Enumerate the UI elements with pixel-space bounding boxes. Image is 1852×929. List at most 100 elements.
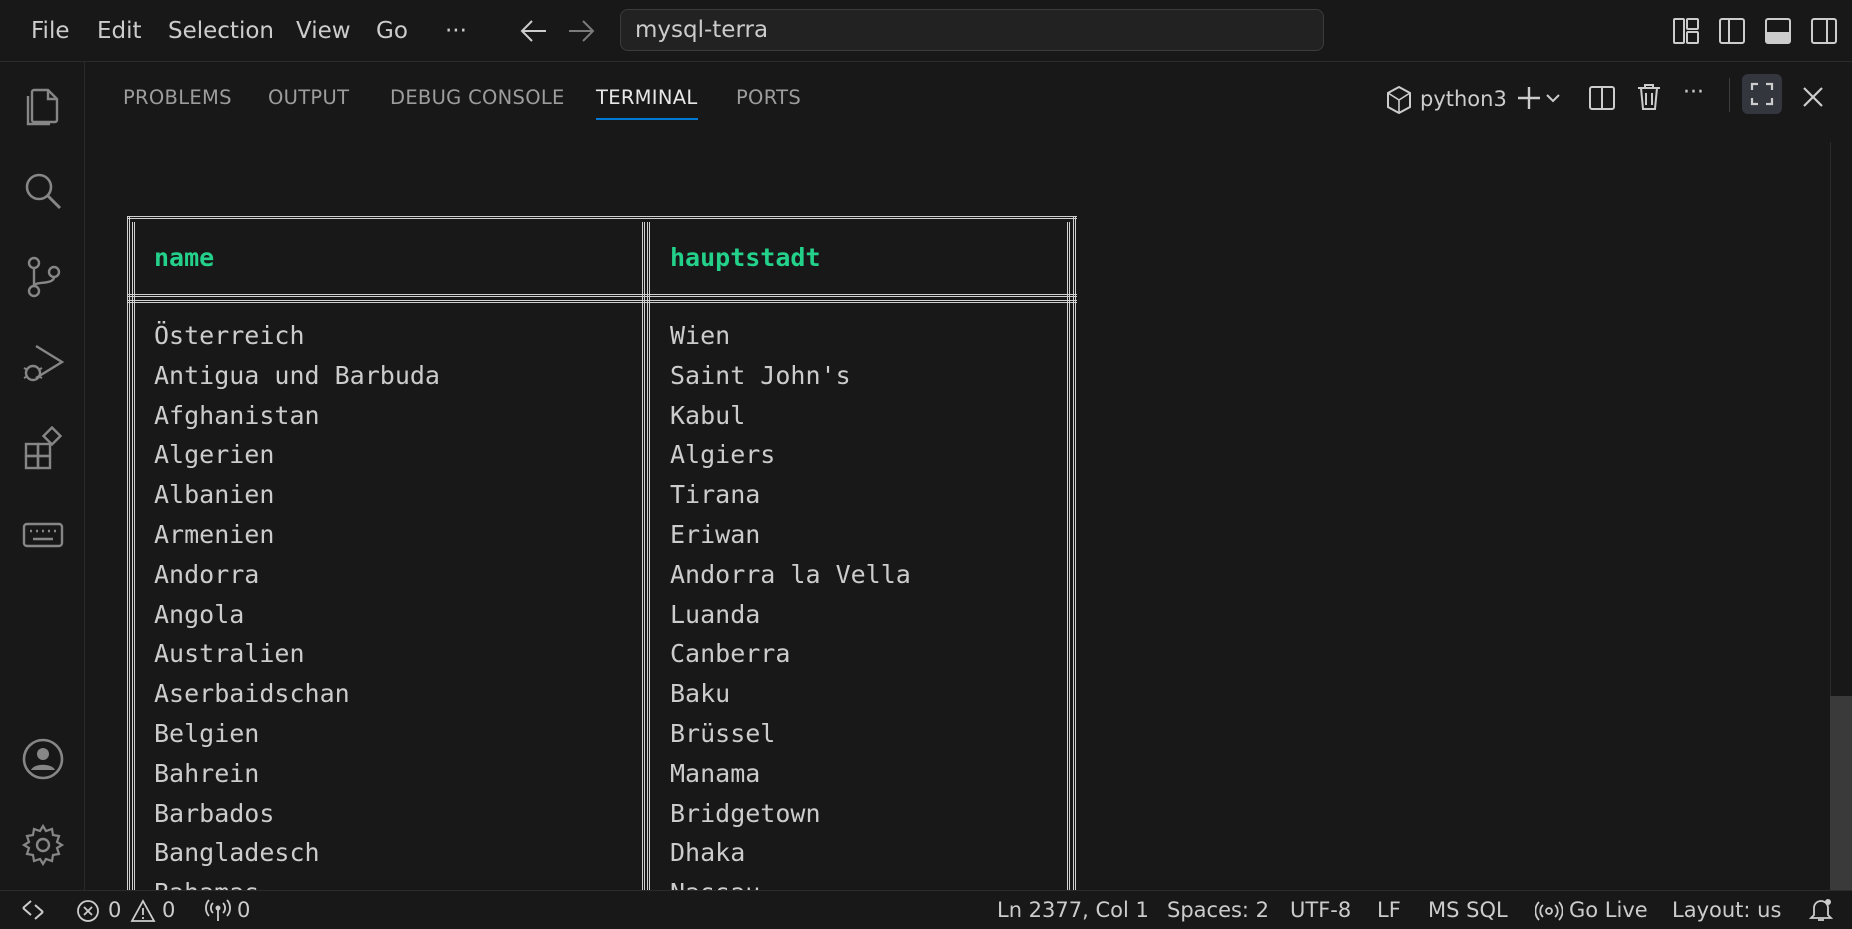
cell-name: Armenien xyxy=(154,520,275,549)
errors-icon[interactable] xyxy=(76,899,100,923)
back-arrow-icon[interactable] xyxy=(520,18,548,44)
cell-hauptstadt: Algiers xyxy=(670,440,776,470)
cell-name: Österreich xyxy=(154,321,305,350)
cell-name: Bangladesch xyxy=(154,838,320,868)
terminal-dropdown-chevron-down-icon[interactable] xyxy=(1545,91,1561,105)
cell-name: Algerien xyxy=(154,440,275,470)
cell-name: Antigua und Barbuda xyxy=(154,360,440,390)
explorer-icon[interactable] xyxy=(20,82,66,128)
tab-ports[interactable]: PORTS xyxy=(736,82,801,118)
cell-hauptstadt: Baku xyxy=(670,679,731,709)
menu-edit[interactable]: Edit xyxy=(95,14,144,48)
cell-hauptstadt: Bridgetown xyxy=(670,798,821,828)
cell-name: Angola xyxy=(154,599,245,629)
tab-output[interactable]: OUTPUT xyxy=(268,82,349,118)
table-column-divider-right xyxy=(647,222,650,890)
cell-hauptstadt: Canberra xyxy=(670,639,791,669)
toggle-panel-icon[interactable] xyxy=(1764,17,1792,45)
menu-selection[interactable]: Selection xyxy=(166,14,276,48)
menu-go[interactable]: Go xyxy=(374,14,410,48)
tab-terminal[interactable]: TERMINAL xyxy=(596,82,698,120)
activity-bar xyxy=(0,62,85,890)
close-panel-icon[interactable] xyxy=(1800,84,1826,110)
cell-hauptstadt: Eriwan xyxy=(670,520,761,549)
cell-hauptstadt: Wien xyxy=(670,321,731,350)
search-icon[interactable] xyxy=(20,168,66,214)
bottom-panel: PROBLEMS OUTPUT DEBUG CONSOLE TERMINAL P… xyxy=(85,62,1852,890)
menu-view[interactable]: View xyxy=(294,14,353,48)
menu-more[interactable]: ··· xyxy=(443,14,469,48)
run-debug-icon[interactable] xyxy=(20,340,66,386)
go-live-label[interactable]: Go Live xyxy=(1569,891,1648,929)
cell-hauptstadt: Kabul xyxy=(670,400,746,430)
cell-hauptstadt: Dhaka xyxy=(670,838,746,868)
kill-terminal-trash-icon[interactable] xyxy=(1635,82,1663,112)
table-border-left-inner xyxy=(132,222,135,890)
cell-hauptstadt: Brüssel xyxy=(670,719,776,748)
panel-actions-divider xyxy=(1729,78,1730,112)
panel-more-actions-icon[interactable]: ··· xyxy=(1683,76,1704,110)
cell-hauptstadt: Manama xyxy=(670,758,761,788)
terminal-output[interactable]: name hauptstadt Österreich Wien Antigua un… xyxy=(85,150,1825,890)
tab-problems[interactable]: PROBLEMS xyxy=(123,82,232,118)
toggle-primary-sidebar-icon[interactable] xyxy=(1718,17,1746,45)
warnings-icon[interactable] xyxy=(130,899,156,923)
cell-name: Barbados xyxy=(154,798,275,828)
language-mode[interactable]: MS SQL xyxy=(1428,891,1508,929)
split-terminal-icon[interactable] xyxy=(1588,84,1616,112)
cell-hauptstadt: Nassau xyxy=(670,873,760,890)
warnings-count[interactable]: 0 xyxy=(162,891,175,929)
ports-broadcast-icon[interactable] xyxy=(205,899,231,923)
cell-hauptstadt: Tirana xyxy=(670,480,761,510)
menu-file[interactable]: File xyxy=(29,14,72,48)
column-header-name: name xyxy=(154,243,215,272)
terminal-profile-label[interactable]: python3 xyxy=(1420,82,1507,116)
cell-name: Australien xyxy=(154,639,305,669)
table-border-right-outer xyxy=(1073,216,1076,890)
cell-name: Albanien xyxy=(154,480,275,510)
table-border-left-outer xyxy=(127,216,130,890)
new-terminal-plus-icon[interactable] xyxy=(1515,84,1543,112)
go-live-broadcast-icon[interactable] xyxy=(1535,899,1563,923)
cell-name: Aserbaidschan xyxy=(154,679,350,709)
encoding[interactable]: UTF-8 xyxy=(1290,891,1351,929)
toggle-secondary-sidebar-icon[interactable] xyxy=(1810,17,1838,45)
cell-name: Afghanistan xyxy=(154,400,320,430)
terminal-profile-icon xyxy=(1385,85,1413,115)
end-of-line[interactable]: LF xyxy=(1377,891,1401,929)
source-control-icon[interactable] xyxy=(20,254,66,300)
notifications-bell-icon[interactable] xyxy=(1808,897,1834,923)
cell-name: Andorra xyxy=(154,559,260,589)
maximize-panel-button[interactable] xyxy=(1742,74,1782,114)
table-border-right-inner xyxy=(1067,222,1070,890)
forward-arrow-icon[interactable] xyxy=(567,18,595,44)
customize-layout-icon[interactable] xyxy=(1672,17,1700,45)
table-column-divider-left xyxy=(642,222,645,890)
cell-hauptstadt: Saint John's xyxy=(670,360,851,390)
title-bar: File Edit Selection View Go ··· mysql-te… xyxy=(0,0,1852,62)
cell-name: Bahamas xyxy=(154,873,259,890)
remote-indicator-icon[interactable] xyxy=(20,898,46,922)
cell-hauptstadt: Luanda xyxy=(670,599,761,629)
cell-hauptstadt: Andorra la Vella xyxy=(670,559,911,589)
table-header-separator-bottom xyxy=(127,300,1077,303)
indentation[interactable]: Spaces: 2 xyxy=(1167,891,1269,929)
ports-count[interactable]: 0 xyxy=(237,891,250,929)
extensions-icon[interactable] xyxy=(20,426,66,472)
command-center-search[interactable]: mysql-terra xyxy=(620,9,1324,51)
column-header-hauptstadt: hauptstadt xyxy=(670,243,821,272)
terminal-scrollbar-thumb[interactable] xyxy=(1830,696,1852,890)
command-center-label: mysql-terra xyxy=(635,17,769,43)
keyboard-icon[interactable] xyxy=(20,512,66,558)
cursor-position[interactable]: Ln 2377, Col 1 xyxy=(997,891,1149,929)
accounts-icon[interactable] xyxy=(20,736,66,782)
settings-gear-icon[interactable] xyxy=(20,822,66,868)
keyboard-layout[interactable]: Layout: us xyxy=(1672,891,1781,929)
table-border-top xyxy=(127,216,1077,219)
table-header-separator-top xyxy=(127,294,1077,297)
status-bar: 0 0 0 Ln 2377, Col 1 Spaces: 2 UTF-8 LF … xyxy=(0,890,1852,929)
tab-debug-console[interactable]: DEBUG CONSOLE xyxy=(390,82,565,118)
cell-name: Bahrein xyxy=(154,758,260,788)
errors-count[interactable]: 0 xyxy=(108,891,121,929)
cell-name: Belgien xyxy=(154,719,260,748)
